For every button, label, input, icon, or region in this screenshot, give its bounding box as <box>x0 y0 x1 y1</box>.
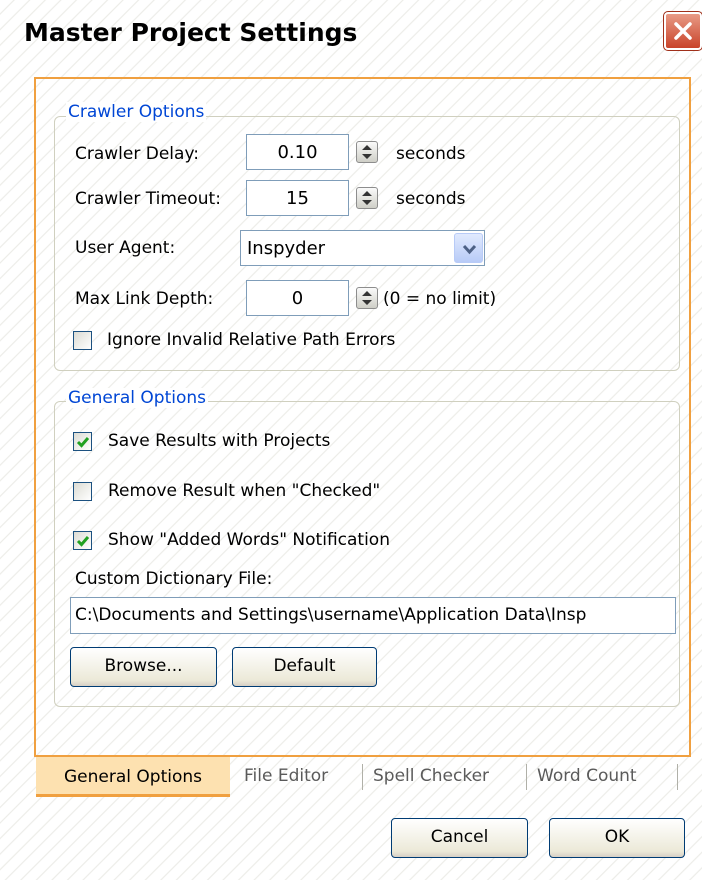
crawler-timeout-stepper[interactable] <box>356 187 378 209</box>
general-options-legend: General Options <box>66 388 208 408</box>
ok-button[interactable]: OK <box>549 818 685 858</box>
crawler-delay-stepper[interactable] <box>356 141 378 163</box>
user-agent-value: Inspyder <box>247 238 326 259</box>
spin-arrows-icon <box>362 291 372 305</box>
remove-result-label: Remove Result when "Checked" <box>108 481 381 501</box>
tab-file-editor[interactable]: File Editor <box>244 766 328 786</box>
remove-result-checkbox[interactable] <box>73 482 92 501</box>
show-added-words-checkbox[interactable] <box>73 531 92 550</box>
close-button[interactable] <box>663 11 702 51</box>
show-added-words-label: Show "Added Words" Notification <box>108 530 390 550</box>
crawler-options-legend: Crawler Options <box>66 102 207 122</box>
user-agent-select[interactable]: Inspyder <box>240 230 485 266</box>
checkmark-icon <box>76 437 90 448</box>
tab-divider <box>362 764 363 790</box>
crawler-delay-input[interactable]: 0.10 <box>246 134 349 170</box>
window-title: Master Project Settings <box>24 18 358 47</box>
crawler-timeout-label: Crawler Timeout: <box>75 189 221 209</box>
max-link-depth-note: (0 = no limit) <box>383 289 497 309</box>
spin-arrows-icon <box>362 191 372 205</box>
tab-divider <box>526 764 527 790</box>
title-bar: Master Project Settings <box>0 0 702 80</box>
spin-arrows-icon <box>362 145 372 159</box>
custom-dictionary-field[interactable]: C:\Documents and Settings\username\Appli… <box>70 597 676 634</box>
close-icon <box>674 22 692 40</box>
chevron-down-icon <box>462 244 477 255</box>
crawler-timeout-unit: seconds <box>396 189 466 209</box>
custom-dictionary-label: Custom Dictionary File: <box>75 569 273 589</box>
save-results-checkbox[interactable] <box>73 432 92 451</box>
max-link-depth-input[interactable]: 0 <box>246 280 349 316</box>
tab-spell-checker[interactable]: Spell Checker <box>373 766 489 786</box>
max-link-depth-label: Max Link Depth: <box>75 289 214 309</box>
tab-strip: General Options File Editor Spell Checke… <box>36 757 691 797</box>
cancel-button[interactable]: Cancel <box>391 818 528 858</box>
max-link-depth-stepper[interactable] <box>356 287 378 309</box>
browse-button[interactable]: Browse... <box>70 647 217 687</box>
tab-general-options[interactable]: General Options <box>36 757 230 797</box>
tab-divider <box>677 764 678 790</box>
default-button[interactable]: Default <box>232 647 377 687</box>
ignore-errors-checkbox[interactable] <box>73 331 92 350</box>
ignore-errors-label: Ignore Invalid Relative Path Errors <box>107 330 396 350</box>
tab-word-count[interactable]: Word Count <box>537 766 637 786</box>
user-agent-dropdown-button[interactable] <box>454 233 483 263</box>
crawler-delay-unit: seconds <box>396 144 466 164</box>
crawler-timeout-input[interactable]: 15 <box>246 180 349 216</box>
checkmark-icon <box>76 536 90 547</box>
user-agent-label: User Agent: <box>75 238 176 258</box>
save-results-label: Save Results with Projects <box>108 431 331 451</box>
crawler-delay-label: Crawler Delay: <box>75 144 199 164</box>
